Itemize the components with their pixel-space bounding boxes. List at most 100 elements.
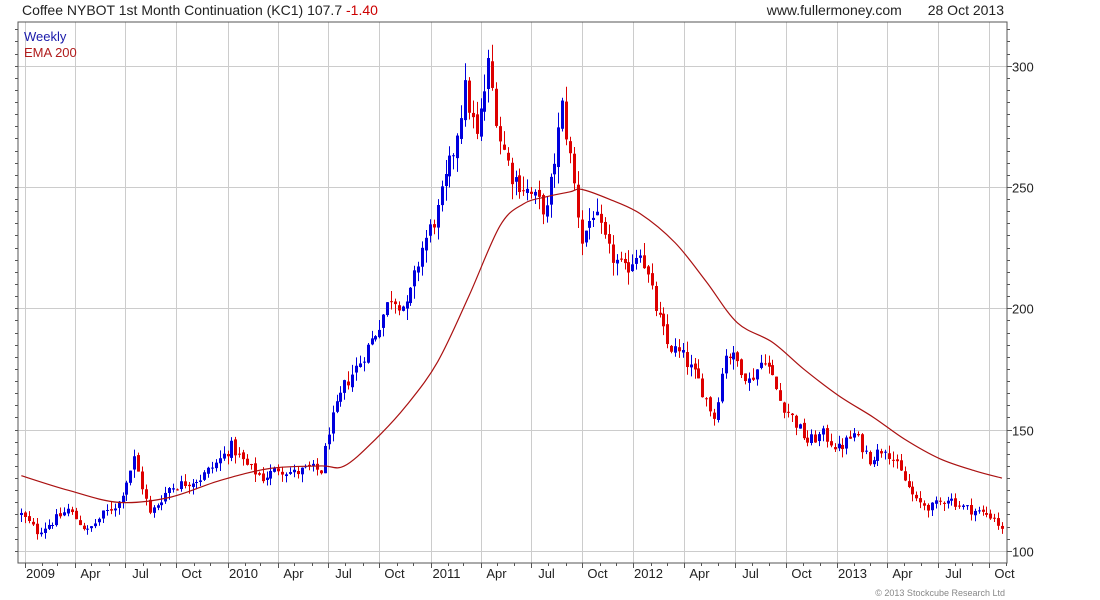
candle-body <box>406 301 409 309</box>
candle-body <box>561 100 564 129</box>
price-chart: 100 150 200 250 300 2009 Apr Jul Oct 2010 Apr Jul Oc… <box>15 21 1034 581</box>
candle-body <box>799 424 802 429</box>
candle-body <box>651 273 654 286</box>
candle-body <box>962 505 965 507</box>
candle-body <box>378 329 381 338</box>
candle-body <box>289 472 292 474</box>
candle-body <box>911 486 914 495</box>
candle-body <box>771 365 774 376</box>
candle-body <box>133 456 136 470</box>
candle-body <box>744 373 747 382</box>
candle-body <box>382 314 385 328</box>
candle-body <box>612 244 615 263</box>
candle-body <box>215 462 218 469</box>
candle-body <box>262 473 265 482</box>
candle-body <box>20 512 23 516</box>
x-tick-label: Oct <box>994 566 1015 581</box>
candle-body <box>522 190 525 192</box>
candle-body <box>480 108 483 137</box>
candle-body <box>293 469 296 473</box>
candle-body <box>869 451 872 465</box>
candle-body <box>180 481 183 490</box>
candle-body <box>631 264 634 272</box>
x-tick-label: Apr <box>892 566 913 581</box>
candle-body <box>339 392 342 402</box>
candle-body <box>518 175 521 193</box>
candle-body <box>565 101 568 140</box>
candle-body <box>725 355 728 374</box>
candle-body <box>627 262 630 273</box>
candle-body <box>604 221 607 235</box>
candle-body <box>441 186 444 206</box>
candle-body <box>923 503 926 506</box>
candle-body <box>826 428 829 442</box>
candle-body <box>192 483 195 487</box>
candle-body <box>635 257 638 264</box>
candle-body <box>371 338 374 345</box>
candle-body <box>900 460 903 471</box>
candle-body <box>456 135 459 159</box>
candle-body <box>803 422 806 439</box>
candle-body <box>421 247 424 267</box>
candle-body <box>110 509 113 511</box>
candle-body <box>336 401 339 412</box>
candle-body <box>238 453 241 455</box>
candle-body <box>211 467 214 469</box>
candle-body <box>834 447 837 450</box>
candle-body <box>184 481 187 486</box>
candle-body <box>145 489 148 499</box>
candle-body <box>818 434 821 442</box>
candle-body <box>328 434 331 445</box>
candle-body <box>67 508 70 514</box>
candle-body <box>884 451 887 453</box>
candle-body <box>655 285 658 311</box>
x-tick-label: Apr <box>689 566 710 581</box>
candle-body <box>717 402 720 420</box>
candle-body <box>643 255 646 269</box>
candle-body <box>997 518 1000 526</box>
candle-body <box>106 509 109 511</box>
candle-body <box>390 301 393 303</box>
candle-body <box>141 471 144 490</box>
candle-body <box>1001 525 1004 529</box>
candle-body <box>950 498 953 501</box>
candle-body <box>557 127 560 168</box>
candle-body <box>55 514 58 526</box>
candle-body <box>277 468 280 472</box>
candle-body <box>320 470 323 474</box>
candle-body <box>530 191 533 194</box>
x-tick-label: Jul <box>335 566 352 581</box>
candle-body <box>149 499 152 513</box>
x-tick-label: 2013 <box>838 566 867 581</box>
candle-body <box>806 437 809 443</box>
candle-body <box>810 434 813 444</box>
candle-body <box>670 345 673 352</box>
candle-body <box>830 441 833 446</box>
candle-body <box>195 482 198 484</box>
candle-body <box>596 211 599 216</box>
candle-body <box>203 472 206 480</box>
candle-body <box>748 378 751 383</box>
candle-body <box>908 481 911 488</box>
candle-body <box>896 459 899 462</box>
candle-body <box>966 505 969 507</box>
candle-body <box>242 452 245 460</box>
candle-body <box>394 301 397 305</box>
candle-body <box>63 512 66 516</box>
candle-body <box>83 525 86 530</box>
candle-body <box>904 471 907 481</box>
candle-body <box>838 443 841 449</box>
candle-body <box>873 460 876 465</box>
candle-body <box>468 80 471 113</box>
candle-body <box>985 513 988 515</box>
candle-body <box>569 141 572 154</box>
candle-body <box>756 369 759 380</box>
candle-body <box>460 118 463 139</box>
candle-body <box>682 349 685 353</box>
candle-body <box>40 532 43 535</box>
candle-body <box>24 512 27 517</box>
candle-body <box>666 324 669 345</box>
candle-body <box>266 477 269 480</box>
candle-body <box>550 176 553 205</box>
candle-body <box>861 434 864 453</box>
